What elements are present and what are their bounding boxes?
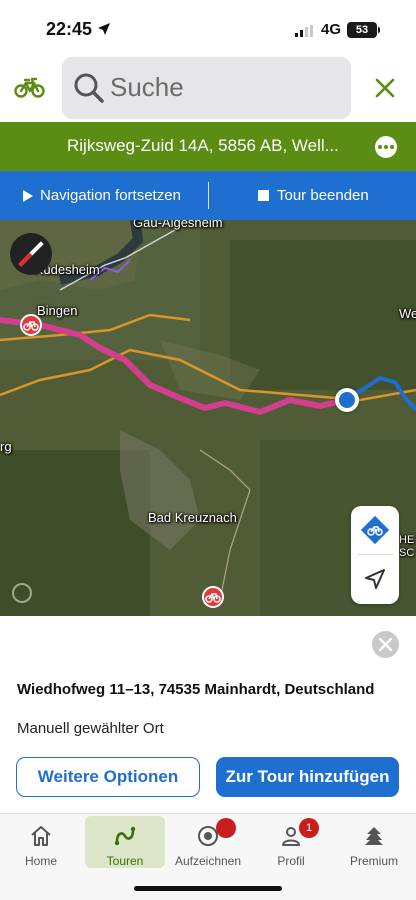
tab-label: Home bbox=[24, 854, 57, 868]
battery-tip bbox=[378, 27, 380, 33]
end-tour-button[interactable]: Tour beenden bbox=[209, 171, 416, 220]
add-to-tour-button[interactable]: Zur Tour hinzufügen bbox=[216, 757, 399, 797]
location-arrow-icon bbox=[97, 22, 111, 41]
address-bar[interactable]: Rijksweg-Zuid 14A, 5856 AB, Well... bbox=[0, 122, 416, 171]
map-label: Bingen bbox=[37, 303, 78, 318]
more-options-button[interactable]: Weitere Optionen bbox=[16, 757, 200, 797]
app-screen: 22:45 4G 53 Suche Rijksweg-Zuid 14A, 585… bbox=[0, 0, 416, 900]
route-icon bbox=[113, 824, 137, 848]
bike-stop-marker-icon[interactable] bbox=[202, 586, 224, 608]
bike-stop-marker-icon[interactable] bbox=[20, 314, 42, 336]
map-controls-divider bbox=[357, 554, 393, 555]
premium-icon bbox=[362, 824, 386, 848]
signal-icon bbox=[295, 24, 315, 42]
map-view[interactable]: Gau-Algesheim Rüdesheim Bingen We rg Bad… bbox=[0, 220, 416, 616]
battery-icon: 53 bbox=[347, 22, 377, 38]
tab-home[interactable]: Home bbox=[1, 816, 81, 868]
sheet-close-icon[interactable] bbox=[372, 631, 399, 658]
status-bar: 22:45 4G 53 bbox=[0, 0, 416, 58]
address-text: Rijksweg-Zuid 14A, 5856 AB, Well... bbox=[67, 136, 339, 155]
place-sheet: Wiedhofweg 11–13, 74535 Mainhardt, Deuts… bbox=[0, 616, 416, 813]
more-options-icon[interactable] bbox=[375, 136, 397, 158]
stop-icon bbox=[258, 190, 269, 201]
locate-me-icon[interactable] bbox=[364, 568, 386, 590]
tab-label: Touren bbox=[106, 854, 144, 868]
place-subtitle: Manuell gewählter Ort bbox=[17, 720, 164, 737]
map-label: We bbox=[399, 306, 416, 321]
record-badge bbox=[216, 818, 236, 838]
map-controls bbox=[351, 506, 399, 604]
navigation-bar: Navigation fortsetzen Tour beenden bbox=[0, 171, 416, 220]
search-input[interactable] bbox=[110, 69, 340, 105]
tab-premium[interactable]: Premium bbox=[334, 816, 414, 868]
map-label: Bad Kreuznach bbox=[148, 510, 237, 525]
search-header bbox=[0, 57, 416, 122]
network-type: 4G bbox=[321, 21, 342, 38]
bike-mode-icon[interactable] bbox=[14, 74, 46, 100]
search-icon bbox=[72, 71, 106, 110]
compass-icon[interactable] bbox=[10, 233, 52, 275]
tab-tours[interactable]: Touren bbox=[85, 816, 165, 868]
map-label: HE bbox=[399, 534, 415, 546]
tab-label: Profil bbox=[277, 854, 305, 868]
end-tour-label: Tour beenden bbox=[277, 187, 369, 204]
tab-bar: Home Touren Aufzeichnen 1 Profil Premium bbox=[0, 813, 416, 900]
profile-badge: 1 bbox=[299, 818, 319, 838]
close-icon[interactable] bbox=[373, 76, 397, 100]
map-label: rg bbox=[0, 439, 12, 454]
tab-record[interactable]: Aufzeichnen bbox=[168, 816, 248, 868]
map-label: Gau-Algesheim bbox=[133, 220, 223, 230]
map-info-icon[interactable] bbox=[12, 583, 32, 603]
search-field[interactable] bbox=[62, 57, 351, 119]
continue-navigation-button[interactable]: Navigation fortsetzen bbox=[0, 171, 208, 220]
home-indicator bbox=[134, 886, 282, 891]
home-icon bbox=[29, 824, 53, 848]
play-icon bbox=[23, 190, 33, 202]
tab-label: Aufzeichnen bbox=[174, 854, 242, 868]
map-label: SC bbox=[399, 547, 415, 559]
status-time: 22:45 bbox=[46, 19, 93, 39]
tab-label: Premium bbox=[349, 854, 398, 868]
bike-layer-icon[interactable] bbox=[360, 515, 390, 545]
continue-navigation-label: Navigation fortsetzen bbox=[40, 187, 181, 204]
place-title: Wiedhofweg 11–13, 74535 Mainhardt, Deuts… bbox=[17, 681, 375, 698]
tab-profile[interactable]: 1 Profil bbox=[251, 816, 331, 868]
current-location-marker bbox=[335, 388, 359, 412]
